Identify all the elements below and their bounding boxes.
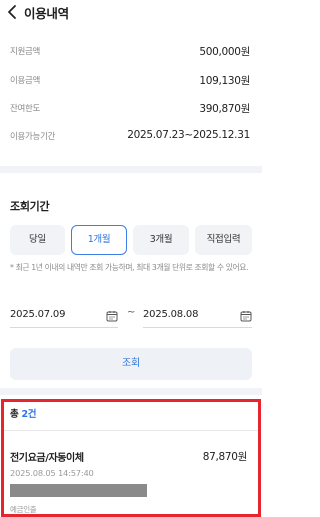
transaction-type: 예금인출 <box>10 505 37 514</box>
period-button-today[interactable]: 당일 <box>10 225 65 255</box>
summary-label: 잔여한도 <box>10 104 41 114</box>
calendar-icon[interactable] <box>240 310 252 322</box>
transaction-datetime: 2025.08.05 14:57:40 <box>10 468 94 478</box>
summary-value: 390,870원 <box>199 103 250 115</box>
summary-row-used: 이용금액 109,130원 <box>10 72 250 92</box>
summary-value: 109,130원 <box>199 75 250 87</box>
summary-row-support: 지원금액 500,000원 <box>10 43 250 63</box>
result-total: 총 2건 <box>10 406 37 420</box>
redacted-block <box>10 484 147 497</box>
transaction-name: 전기요금/자동이체 <box>10 453 84 464</box>
start-date-value: 2025.07.09 <box>10 309 66 320</box>
period-button-custom[interactable]: 직접입력 <box>195 225 252 255</box>
chevron-left-icon[interactable] <box>6 4 20 20</box>
summary-row-period: 이용가능기간 2025.07.23~2025.12.31 <box>10 128 250 148</box>
search-notice: * 최근 1년 이내의 내역만 조회 가능하며, 최대 3개월 단위로 조회할 … <box>10 263 249 272</box>
calendar-icon[interactable] <box>106 310 118 322</box>
end-date-value: 2025.08.08 <box>143 309 199 320</box>
section-divider <box>0 388 262 395</box>
result-total-count: 2건 <box>21 409 37 420</box>
summary-label: 이용가능기간 <box>10 132 56 142</box>
start-date-underline <box>10 327 118 328</box>
period-button-3months[interactable]: 3개월 <box>133 225 189 255</box>
transaction-amount: 87,870원 <box>202 451 248 463</box>
result-separator <box>4 430 258 431</box>
summary-label: 지원금액 <box>10 47 41 57</box>
end-date-underline <box>143 327 252 328</box>
search-button[interactable]: 조회 <box>10 348 252 380</box>
date-separator: ~ <box>127 307 136 318</box>
summary-row-remaining: 잔여한도 390,870원 <box>10 100 250 120</box>
summary-value: 500,000원 <box>199 46 250 58</box>
end-date-field[interactable]: 2025.08.08 <box>143 307 252 325</box>
start-date-field[interactable]: 2025.07.09 <box>10 307 118 325</box>
section-title-period: 조회기간 <box>10 200 50 213</box>
summary-value: 2025.07.23~2025.12.31 <box>127 129 250 141</box>
summary-label: 이용금액 <box>10 76 41 86</box>
page-title: 이용내역 <box>24 6 69 21</box>
period-button-1month[interactable]: 1개월 <box>71 225 127 255</box>
app-header: 이용내역 <box>0 0 262 26</box>
result-total-prefix: 총 <box>10 409 22 420</box>
section-divider <box>0 166 262 173</box>
